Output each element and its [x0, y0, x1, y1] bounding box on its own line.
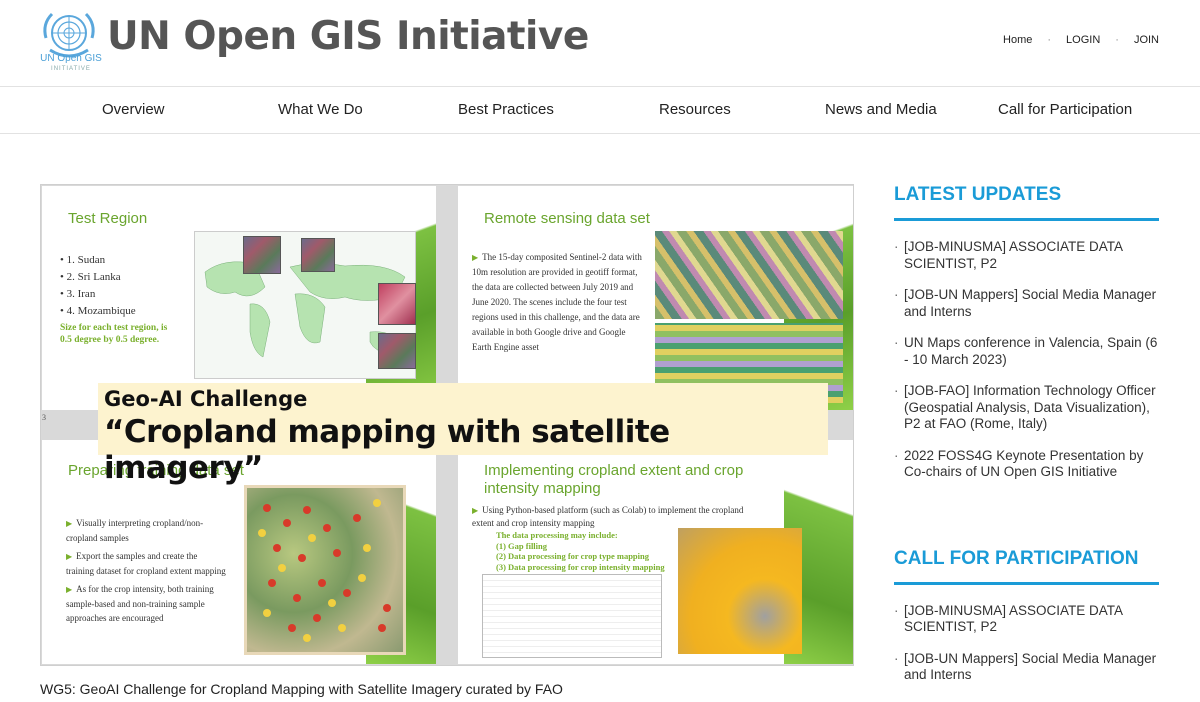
- satellite-thumbnail: [378, 283, 416, 325]
- logo-subcaption: INITIATIVE: [51, 66, 91, 72]
- satellite-thumbnail: [243, 236, 281, 274]
- region-item: 3. Iran: [66, 288, 96, 300]
- processing-list: The data processing may include: (1) Gap…: [496, 530, 665, 572]
- latest-updates-heading: LATEST UPDATES: [894, 184, 1159, 221]
- image-caption: WG5: GeoAI Challenge for Cropland Mappin…: [40, 681, 563, 697]
- processing-head: The data processing may include:: [496, 530, 618, 540]
- slide-remote-sensing: Remote sensing data set ▶ The 15-day comp…: [458, 186, 853, 410]
- logo-caption: UN Open GIS: [40, 53, 102, 64]
- slide-bullet: Export the samples and create the traini…: [66, 551, 226, 576]
- code-notebook-screenshot: [482, 574, 662, 658]
- slide-bullet: Visually interpreting cropland/non-cropl…: [66, 518, 204, 543]
- update-link[interactable]: UN Maps conference in Valencia, Spain (6…: [904, 335, 1157, 367]
- call-link[interactable]: [JOB-MINUSMA] ASSOCIATE DATA SCIENTIST, …: [904, 603, 1122, 635]
- nav-news-and-media[interactable]: News and Media: [825, 101, 937, 118]
- processing-item: (1) Gap filling: [496, 540, 548, 551]
- overlay-title: “Cropland mapping with satellite imagery…: [104, 414, 670, 486]
- challenge-overlay-banner: Geo-AI Challenge “Cropland mapping with …: [98, 383, 828, 486]
- join-link[interactable]: JOIN: [1134, 34, 1159, 46]
- satellite-field-image: [655, 231, 843, 319]
- latest-updates-list: [JOB-MINUSMA] ASSOCIATE DATA SCIENTIST, …: [894, 239, 1159, 481]
- overlay-subtitle: Geo-AI Challenge: [104, 387, 308, 411]
- nav-overview[interactable]: Overview: [102, 101, 165, 118]
- link-separator: ·: [1047, 34, 1052, 46]
- call-for-participation-heading: CALL FOR PARTICIPATION: [894, 548, 1159, 585]
- list-item[interactable]: [JOB-FAO] Information Technology Officer…: [894, 383, 1159, 433]
- slide-test-region: Test Region • 1. Sudan • 2. Sri Lanka • …: [42, 186, 436, 410]
- list-item[interactable]: [JOB-MINUSMA] ASSOCIATE DATA SCIENTIST, …: [894, 239, 1159, 272]
- slide-body: ▶ The 15-day composited Sentinel-2 data w…: [472, 252, 642, 352]
- update-link[interactable]: [JOB-UN Mappers] Social Media Manager an…: [904, 287, 1156, 319]
- update-link[interactable]: [JOB-FAO] Information Technology Officer…: [904, 383, 1156, 431]
- nav-resources[interactable]: Resources: [659, 101, 731, 118]
- slide-title: Test Region: [68, 210, 148, 227]
- processing-item: (3) Data processing for crop intensity m…: [496, 561, 665, 572]
- slide-bullet: As for the crop intensity, both training…: [66, 584, 214, 623]
- slide-body-text: The 15-day composited Sentinel-2 data wi…: [472, 252, 642, 352]
- top-links: Home · LOGIN · JOIN: [1003, 34, 1159, 46]
- list-item[interactable]: [JOB-UN Mappers] Social Media Manager an…: [894, 287, 1159, 320]
- link-separator: ·: [1115, 34, 1119, 46]
- list-item[interactable]: [JOB-UN Mappers] Social Media Manager an…: [894, 651, 1159, 684]
- sidebar: LATEST UPDATES [JOB-MINUSMA] ASSOCIATE D…: [894, 184, 1159, 699]
- cropland-result-map: [678, 528, 802, 654]
- list-item[interactable]: UN Maps conference in Valencia, Spain (6…: [894, 335, 1159, 368]
- satellite-thumbnail: [301, 238, 335, 272]
- slide-body: ▶ Using Python-based platform (such as Co…: [472, 505, 744, 528]
- slide-title: Remote sensing data set: [484, 210, 650, 227]
- call-for-participation-list: [JOB-MINUSMA] ASSOCIATE DATA SCIENTIST, …: [894, 603, 1159, 684]
- satellite-thumbnail: [378, 333, 416, 369]
- nav-call-for-participation[interactable]: Call for Participation: [998, 101, 1132, 118]
- region-item: 4. Mozambique: [66, 305, 136, 317]
- region-size-note: Size for each test region, is 0.5 degree…: [60, 323, 168, 345]
- processing-item: (2) Data processing for crop type mappin…: [496, 551, 649, 561]
- main-nav: Overview What We Do Best Practices Resou…: [0, 86, 1200, 134]
- region-item: 2. Sri Lanka: [66, 271, 121, 283]
- list-item[interactable]: [JOB-MINUSMA] ASSOCIATE DATA SCIENTIST, …: [894, 603, 1159, 636]
- sample-points-map: [244, 485, 406, 655]
- call-link[interactable]: [JOB-UN Mappers] Social Media Manager an…: [904, 651, 1156, 683]
- region-list: • 1. Sudan • 2. Sri Lanka • 3. Iran • 4.…: [60, 254, 136, 317]
- login-link[interactable]: LOGIN: [1066, 34, 1100, 46]
- slide-bullets: ▶ Visually interpreting cropland/non-crop…: [66, 518, 226, 623]
- slide-number: 3: [42, 413, 46, 422]
- nav-best-practices[interactable]: Best Practices: [458, 101, 554, 118]
- update-link[interactable]: [JOB-MINUSMA] ASSOCIATE DATA SCIENTIST, …: [904, 239, 1122, 271]
- site-header: UN Open GIS INITIATIVE UN Open GIS Initi…: [0, 0, 1200, 86]
- nav-what-we-do[interactable]: What We Do: [278, 101, 363, 118]
- home-link[interactable]: Home: [1003, 34, 1032, 46]
- site-title[interactable]: UN Open GIS Initiative: [107, 14, 589, 59]
- slide-body-text: Using Python-based platform (such as Col…: [472, 505, 744, 528]
- region-item: 1. Sudan: [66, 254, 106, 266]
- update-link[interactable]: 2022 FOSS4G Keynote Presentation by Co-c…: [904, 448, 1143, 480]
- list-item[interactable]: 2022 FOSS4G Keynote Presentation by Co-c…: [894, 448, 1159, 481]
